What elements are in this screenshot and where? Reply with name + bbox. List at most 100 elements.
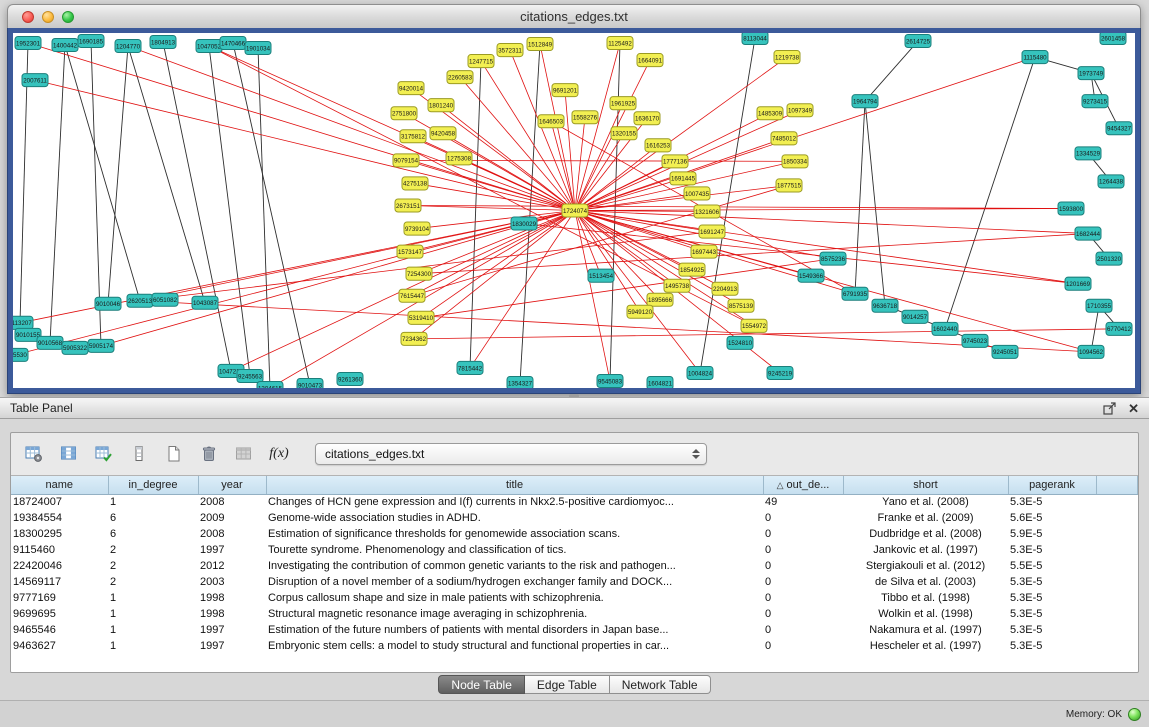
graph-node[interactable]: 1850334: [782, 155, 808, 168]
graph-node[interactable]: 1830029: [511, 217, 537, 230]
graph-node[interactable]: 8575236: [820, 252, 846, 265]
graph-node[interactable]: 9691201: [552, 84, 578, 97]
graph-node[interactable]: 2007611: [22, 74, 48, 87]
graph-node[interactable]: 4275138: [402, 177, 428, 190]
graph-node[interactable]: 1043087: [192, 296, 218, 309]
graph-node[interactable]: 1204770: [115, 40, 141, 53]
graph-node[interactable]: 1115480: [1022, 51, 1048, 64]
table-row[interactable]: 946362711997Embryonic stem cells: a mode…: [11, 638, 1138, 654]
table-row[interactable]: 1456911722003Disruption of a novel membe…: [11, 574, 1138, 590]
column-header-pagerank[interactable]: pagerank: [1008, 476, 1096, 494]
graph-node[interactable]: 1604821: [647, 376, 673, 388]
table-settings-icon[interactable]: [21, 441, 47, 467]
graph-node[interactable]: 1004824: [687, 366, 713, 379]
graph-node[interactable]: 1877515: [776, 179, 802, 192]
import-table-icon[interactable]: [231, 441, 257, 467]
graph-node[interactable]: 1804913: [150, 36, 176, 49]
graph-node[interactable]: 9545083: [597, 374, 623, 387]
graph-node[interactable]: 1895666: [647, 293, 673, 306]
graph-node[interactable]: 1275308: [446, 152, 472, 165]
new-table-icon[interactable]: [161, 441, 187, 467]
graph-node[interactable]: 1247715: [468, 55, 494, 68]
graph-node[interactable]: 2260583: [447, 71, 473, 84]
graph-node[interactable]: 7234362: [401, 332, 427, 345]
graph-node[interactable]: 1354327: [507, 376, 533, 388]
graph-node[interactable]: 8113207: [13, 316, 33, 329]
graph-node[interactable]: 1524810: [727, 336, 753, 349]
graph-node[interactable]: 1961925: [610, 97, 636, 110]
column-header-out-de-[interactable]: △out_de...: [763, 476, 843, 494]
column-header-title[interactable]: title: [266, 476, 763, 494]
graph-node[interactable]: 1724074: [562, 204, 588, 217]
minimize-button[interactable]: [42, 11, 54, 23]
graph-node[interactable]: 9420458: [430, 127, 456, 140]
graph-node[interactable]: 1691445: [670, 172, 696, 185]
graph-node[interactable]: 1952301: [15, 37, 41, 50]
graph-node[interactable]: 1125492: [607, 37, 633, 50]
graph-node[interactable]: 1495738: [664, 279, 690, 292]
graph-node[interactable]: 1901034: [245, 42, 271, 55]
table-row[interactable]: 1830029562008Estimation of significance …: [11, 526, 1138, 542]
graph-node[interactable]: 1549366: [798, 269, 824, 282]
window-titlebar[interactable]: citations_edges.txt: [7, 4, 1141, 28]
tab-edge-table[interactable]: Edge Table: [525, 675, 610, 694]
close-panel-icon[interactable]: ✕: [1128, 402, 1139, 415]
graph-node[interactable]: 1854925: [679, 263, 705, 276]
graph-node[interactable]: 9420014: [398, 82, 424, 95]
graph-node[interactable]: 9245563: [237, 369, 263, 382]
table-batch-edit-icon[interactable]: [91, 441, 117, 467]
network-table-select[interactable]: citations_edges.txt: [315, 443, 707, 465]
graph-node[interactable]: 1264438: [1098, 175, 1124, 188]
graph-node[interactable]: 1094562: [1078, 345, 1104, 358]
graph-node[interactable]: 1777136: [662, 155, 688, 168]
tab-node-table[interactable]: Node Table: [438, 675, 525, 694]
column-header-name[interactable]: name: [11, 476, 108, 494]
delete-table-icon[interactable]: [196, 441, 222, 467]
graph-node[interactable]: 7815442: [457, 361, 483, 374]
function-builder-icon[interactable]: f(x): [266, 441, 292, 467]
graph-node[interactable]: 9010046: [95, 297, 121, 310]
graph-node[interactable]: 1682444: [1075, 227, 1101, 240]
table-row[interactable]: 946554611997Estimation of the future num…: [11, 622, 1138, 638]
graph-node[interactable]: 2673151: [395, 199, 421, 212]
graph-node[interactable]: 1573147: [397, 245, 423, 258]
table-row[interactable]: 1938455462009Genome-wide association stu…: [11, 510, 1138, 526]
graph-node[interactable]: 1554972: [741, 319, 767, 332]
graph-node[interactable]: 9079154: [393, 154, 419, 167]
graph-node[interactable]: 1007435: [684, 187, 710, 200]
column-header-in-degree[interactable]: in_degree: [108, 476, 198, 494]
show-columns-icon[interactable]: [56, 441, 82, 467]
table-row[interactable]: 969969511998Structural magnetic resonanc…: [11, 606, 1138, 622]
graph-node[interactable]: 9261360: [337, 372, 363, 385]
graph-node[interactable]: 1636170: [634, 112, 660, 125]
graph-node[interactable]: 1201669: [1065, 277, 1091, 290]
graph-node[interactable]: 2751800: [391, 107, 417, 120]
graph-node[interactable]: 1664091: [637, 54, 663, 67]
table-row[interactable]: 911546021997Tourette syndrome. Phenomeno…: [11, 542, 1138, 558]
graph-node[interactable]: 1801240: [428, 99, 454, 112]
graph-node[interactable]: 5905174: [88, 339, 114, 352]
graph-node[interactable]: 2601458: [1100, 33, 1126, 45]
graph-node[interactable]: 9014257: [902, 310, 928, 323]
graph-node[interactable]: 9739104: [404, 222, 430, 235]
graph-node[interactable]: 1485309: [757, 107, 783, 120]
close-button[interactable]: [22, 11, 34, 23]
graph-node[interactable]: 9273415: [1082, 95, 1108, 108]
float-panel-icon[interactable]: [1103, 402, 1116, 415]
graph-node[interactable]: 8575139: [728, 299, 754, 312]
graph-node[interactable]: 1973749: [1078, 67, 1104, 80]
graph-node[interactable]: 9745023: [962, 334, 988, 347]
graph-node[interactable]: 1690185: [78, 35, 104, 48]
graph-node[interactable]: 2620513: [127, 294, 153, 307]
graph-node[interactable]: 1320155: [611, 127, 637, 140]
graph-node[interactable]: 1558276: [572, 111, 598, 124]
graph-node[interactable]: 1219738: [774, 51, 800, 64]
graph-node[interactable]: 7615447: [399, 289, 425, 302]
graph-node[interactable]: 5905322: [62, 341, 88, 354]
column-header-year[interactable]: year: [198, 476, 266, 494]
graph-node[interactable]: 1097349: [787, 104, 813, 117]
graph-node[interactable]: 9454327: [1106, 122, 1132, 135]
graph-node[interactable]: 8115530: [13, 348, 28, 361]
graph-node[interactable]: 9010473: [297, 378, 323, 388]
graph-node[interactable]: 1697443: [691, 245, 717, 258]
